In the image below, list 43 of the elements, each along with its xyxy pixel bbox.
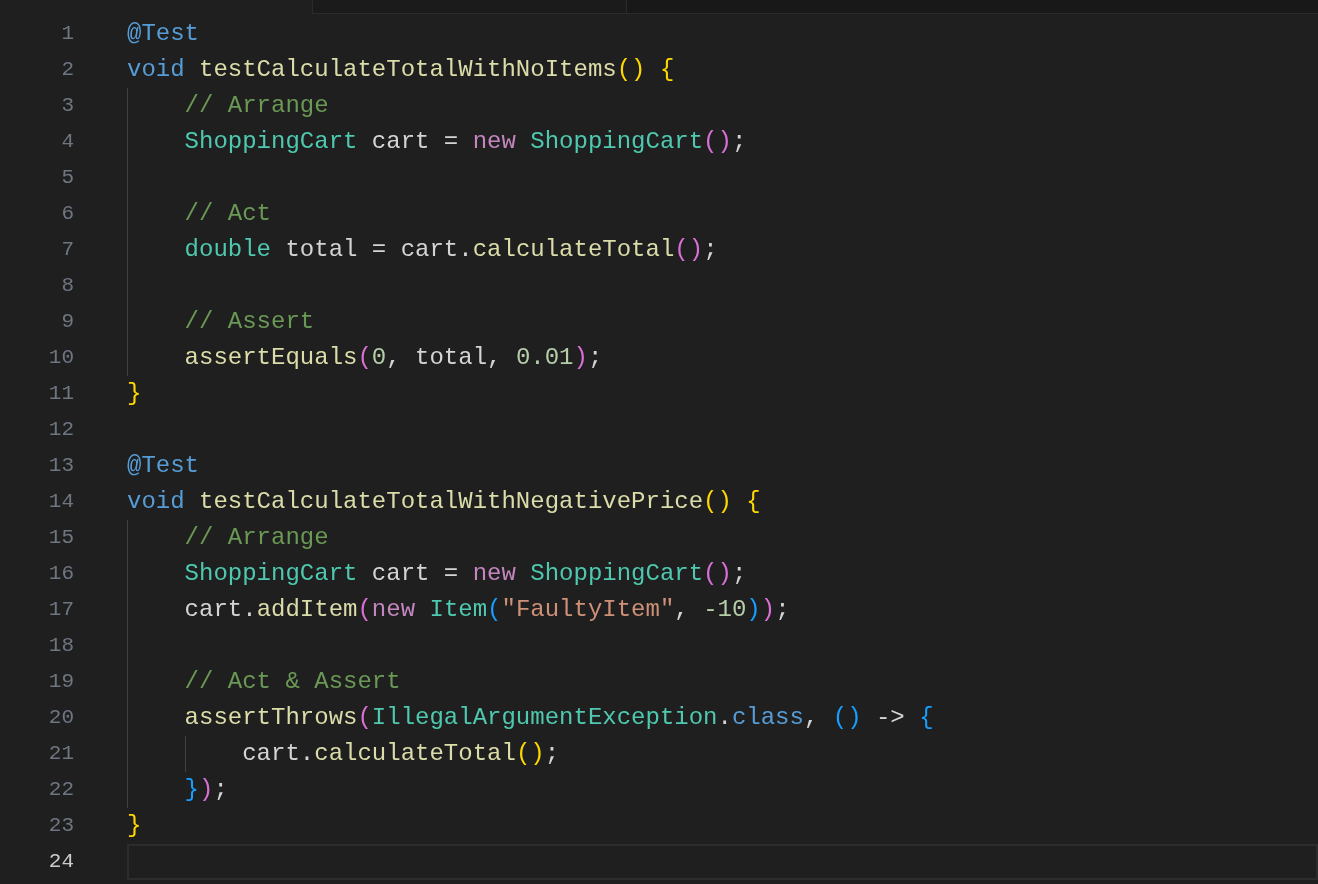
code-line: // Assert — [183, 308, 315, 335]
line-number: 8 — [60, 273, 74, 299]
code-line: void testCalculateTotalWithNegativePrice() { — [127, 488, 761, 515]
code-line: // Act & Assert — [183, 668, 401, 695]
line-number: 16 — [47, 561, 74, 587]
line-number: 15 — [47, 525, 74, 551]
code-line: @Test — [127, 20, 199, 47]
code-line: cart.addItem(new Item("FaultyItem", -10)); — [183, 596, 790, 623]
code-line: }); — [183, 776, 228, 803]
code-line: ShoppingCart cart = new ShoppingCart(); — [183, 128, 747, 155]
code-line: // Arrange — [183, 92, 329, 119]
line-number: 1 — [60, 21, 74, 47]
line-number: 4 — [60, 129, 74, 155]
line-number: 6 — [60, 201, 74, 227]
line-number: 21 — [47, 741, 74, 767]
line-number: 3 — [60, 93, 74, 119]
code-line: assertThrows(IllegalArgumentException.class, () -> { — [183, 704, 934, 731]
code-line: // Arrange — [183, 524, 329, 551]
code-line: assertEquals(0, total, 0.01); — [183, 344, 603, 371]
line-number: 2 — [60, 57, 74, 83]
code-line: double total = cart.calculateTotal(); — [183, 236, 718, 263]
code-line: } — [127, 380, 142, 407]
line-number: 23 — [47, 813, 74, 839]
line-number: 10 — [47, 345, 74, 371]
line-number: 12 — [47, 417, 74, 443]
line-number: 24 — [47, 849, 74, 875]
line-number: 14 — [47, 489, 74, 515]
line-number: 9 — [60, 309, 74, 335]
line-number: 17 — [47, 597, 74, 623]
code-line: } — [127, 812, 142, 839]
line-number: 22 — [47, 777, 74, 803]
code-line: void testCalculateTotalWithNoItems() { — [127, 56, 675, 83]
line-number: 20 — [47, 705, 74, 731]
line-number: 7 — [60, 237, 74, 263]
line-number: 11 — [47, 381, 74, 407]
line-number: 5 — [60, 165, 74, 191]
code-line: ShoppingCart cart = new ShoppingCart(); — [183, 560, 747, 587]
line-number: 13 — [47, 453, 74, 479]
code-line: @Test — [127, 452, 199, 479]
code-line: // Act — [183, 200, 272, 227]
code-line: cart.calculateTotal(); — [241, 740, 560, 767]
line-number: 19 — [47, 669, 74, 695]
line-number: 18 — [47, 633, 74, 659]
